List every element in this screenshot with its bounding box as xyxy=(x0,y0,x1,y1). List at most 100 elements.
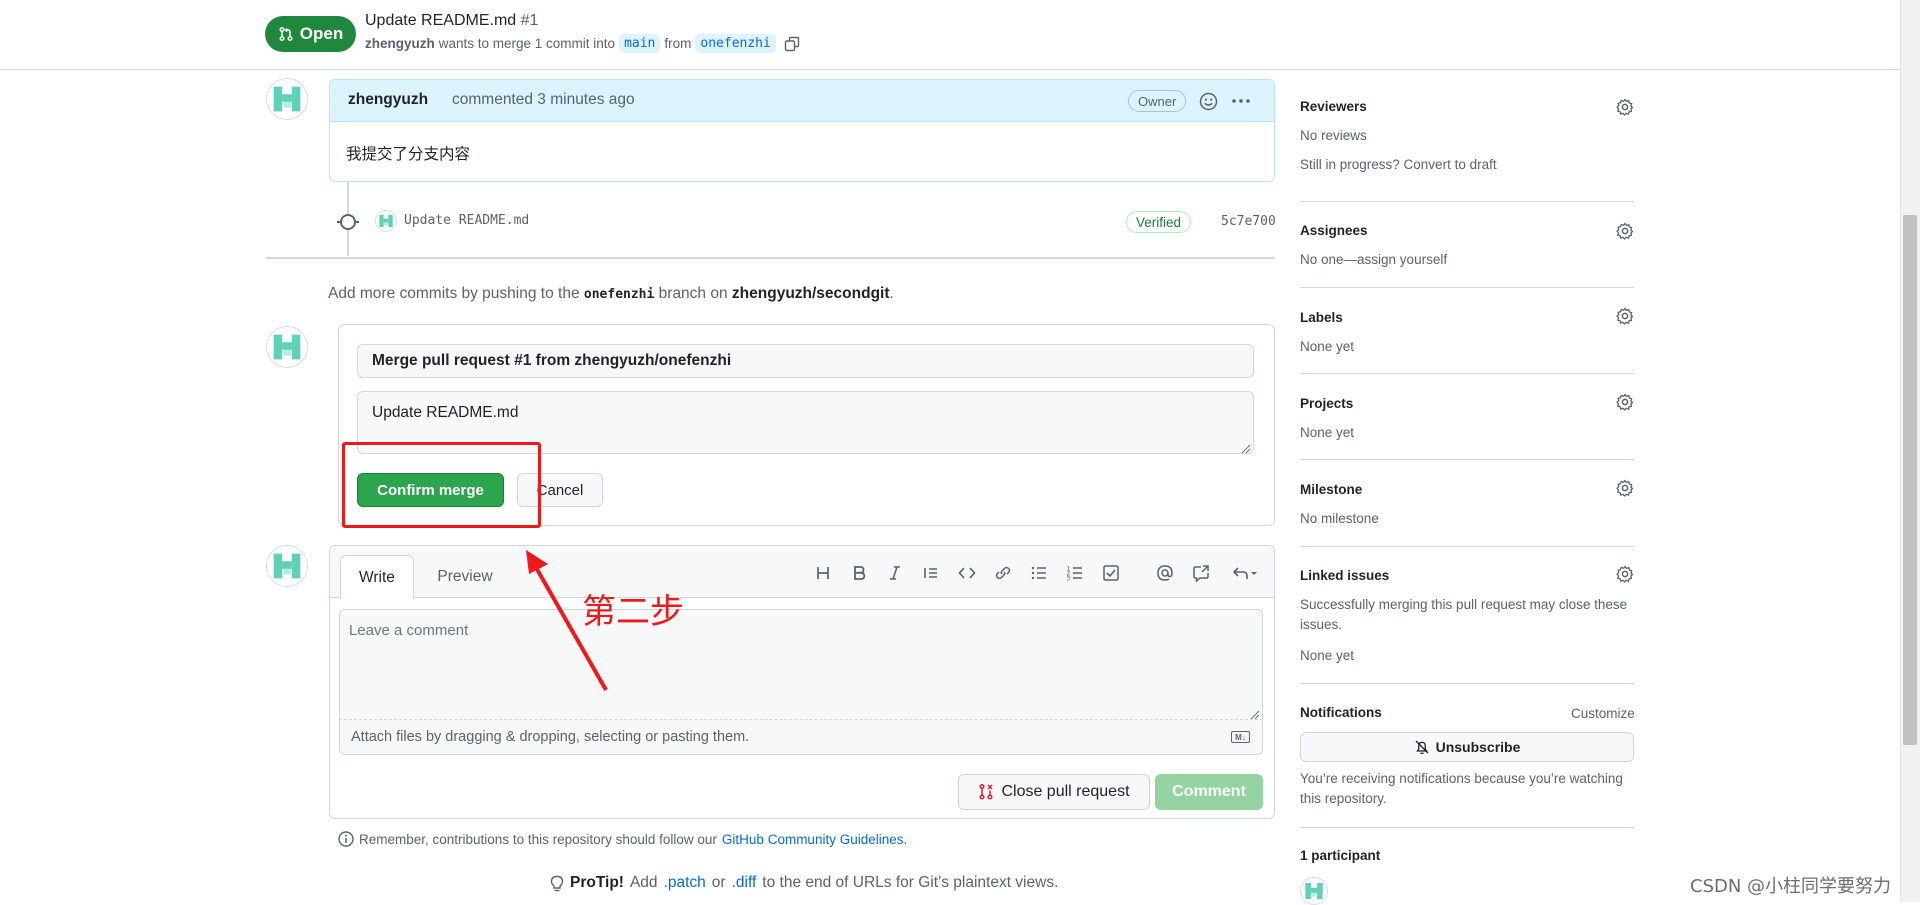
commit-avatar[interactable] xyxy=(375,210,397,232)
commit-icon xyxy=(340,214,356,230)
comment-body: 我提交了分支内容 xyxy=(346,146,471,163)
reviewers-title[interactable]: Reviewers xyxy=(1300,99,1367,114)
pr-from-text: from xyxy=(664,36,692,51)
merge-title-input[interactable]: Merge pull request #1 from zhengyuzh/one… xyxy=(357,344,1254,378)
identicon-icon xyxy=(273,553,301,579)
comment-button[interactable]: Comment xyxy=(1155,774,1263,810)
attach-files-bar[interactable]: Attach files by dragging & dropping, sel… xyxy=(339,719,1263,755)
identicon-icon xyxy=(273,86,301,112)
code-icon[interactable] xyxy=(955,561,979,585)
protip-add: Add xyxy=(629,874,658,891)
close-pr-label: Close pull request xyxy=(1001,783,1130,800)
labels-title[interactable]: Labels xyxy=(1300,310,1343,325)
close-pull-request-button[interactable]: Close pull request xyxy=(958,774,1150,810)
protip: ProTip! Add .patch or .diff to the end o… xyxy=(550,874,1058,892)
milestone-title[interactable]: Milestone xyxy=(1300,482,1362,497)
tab-write[interactable]: Write xyxy=(340,555,414,599)
protip-label: ProTip! xyxy=(570,874,624,891)
scrollbar-thumb[interactable] xyxy=(1903,215,1917,745)
markdown-icon[interactable]: M↓ xyxy=(1231,731,1250,743)
guidelines-suffix: . xyxy=(903,831,908,847)
ordered-list-icon[interactable]: 123 xyxy=(1063,561,1087,585)
identicon-icon xyxy=(273,334,301,360)
guidelines-link[interactable]: GitHub Community Guidelines xyxy=(722,832,904,847)
reply-icon[interactable] xyxy=(1229,561,1261,585)
avatar[interactable] xyxy=(266,326,308,368)
watermark: CSDN @小柱同学要努力 xyxy=(1690,876,1892,897)
avatar[interactable] xyxy=(266,545,308,587)
linked-issues-value: None yet xyxy=(1300,648,1355,663)
mention-icon[interactable] xyxy=(1153,561,1177,585)
heading-icon[interactable] xyxy=(811,561,835,585)
kebab-menu-icon[interactable] xyxy=(1231,93,1251,113)
gear-icon[interactable] xyxy=(1616,479,1634,497)
participants-title: 1 participant xyxy=(1300,848,1381,863)
pr-author-link[interactable]: zhengyuzh xyxy=(365,36,435,51)
gear-icon[interactable] xyxy=(1616,393,1634,411)
gear-icon[interactable] xyxy=(1616,565,1634,583)
participant-avatar[interactable] xyxy=(1300,877,1328,905)
guidelines-note: Remember, contributions to this reposito… xyxy=(338,831,907,847)
italic-icon[interactable] xyxy=(883,561,907,585)
customize-link[interactable]: Customize xyxy=(1571,704,1635,724)
copy-icon[interactable] xyxy=(784,36,800,52)
annotation-arrow-icon xyxy=(526,550,608,691)
gear-icon[interactable] xyxy=(1616,307,1634,325)
head-branch-label[interactable]: onefenzhi xyxy=(695,34,776,53)
push-hint-branch: onefenzhi xyxy=(583,287,655,302)
assignees-title[interactable]: Assignees xyxy=(1300,223,1368,238)
sidebar-divider xyxy=(1300,201,1634,202)
reference-icon[interactable] xyxy=(1189,561,1213,585)
gear-icon[interactable] xyxy=(1616,98,1634,116)
convert-to-draft-link[interactable]: Still in progress? Convert to draft xyxy=(1300,155,1497,175)
sidebar-divider xyxy=(1300,373,1634,374)
avatar[interactable] xyxy=(266,78,308,120)
pr-state-label: Open xyxy=(299,24,344,43)
smiley-icon[interactable] xyxy=(1199,92,1218,115)
pull-request-icon xyxy=(279,26,293,42)
timeline-separator xyxy=(266,257,1275,259)
projects-value: None yet xyxy=(1300,425,1355,440)
quote-icon[interactable] xyxy=(919,561,943,585)
repo-link[interactable]: zhengyuzh/secondgit xyxy=(732,285,890,302)
diff-link[interactable]: .diff xyxy=(732,874,757,892)
push-hint-prefix: Add more commits by pushing to the xyxy=(328,285,580,302)
link-icon[interactable] xyxy=(991,561,1015,585)
comment-author[interactable]: zhengyuzh xyxy=(348,91,428,109)
pr-number: #1 xyxy=(520,12,539,29)
resize-handle-icon[interactable] xyxy=(1241,441,1251,458)
unsubscribe-button[interactable]: Unsubscribe xyxy=(1300,732,1634,762)
commit-message[interactable]: Update README.md xyxy=(404,213,529,228)
projects-title[interactable]: Projects xyxy=(1300,396,1353,411)
sidebar-divider xyxy=(1300,287,1634,288)
unordered-list-icon[interactable] xyxy=(1027,561,1051,585)
linked-issues-title[interactable]: Linked issues xyxy=(1300,568,1389,583)
push-hint-middle: branch on xyxy=(658,285,728,302)
sidebar-divider xyxy=(1300,827,1634,828)
pr-meta: zhengyuzh wants to merge 1 commit into m… xyxy=(365,34,800,53)
push-hint-suffix: . xyxy=(889,285,894,302)
sidebar-divider xyxy=(1300,683,1634,684)
pr-title-text: Update README.md xyxy=(365,12,517,29)
comment-textarea[interactable]: Leave a comment xyxy=(339,609,1263,719)
light-bulb-icon xyxy=(550,875,564,891)
commit-sha[interactable]: 5c7e700 xyxy=(1221,214,1276,229)
bold-icon[interactable] xyxy=(847,561,871,585)
gear-icon[interactable] xyxy=(1616,222,1634,240)
task-list-icon[interactable] xyxy=(1099,561,1123,585)
patch-link[interactable]: .patch xyxy=(664,874,706,892)
tab-preview[interactable]: Preview xyxy=(428,555,502,599)
comment-timestamp[interactable]: commented 3 minutes ago xyxy=(452,91,635,109)
protip-rest: to the end of URLs for Git’s plaintext v… xyxy=(762,874,1059,891)
assignees-value[interactable]: No one—assign yourself xyxy=(1300,250,1447,270)
svg-text:3: 3 xyxy=(1067,576,1071,583)
pull-request-closed-icon xyxy=(979,783,994,800)
base-branch-label[interactable]: main xyxy=(619,34,661,53)
pr-state-badge: Open xyxy=(265,16,356,52)
verified-badge[interactable]: Verified xyxy=(1126,211,1192,233)
labels-value: None yet xyxy=(1300,339,1355,354)
identicon-icon xyxy=(379,214,393,228)
push-hint: Add more commits by pushing to the onefe… xyxy=(328,285,894,303)
attach-files-text: Attach files by dragging & dropping, sel… xyxy=(351,729,750,745)
owner-badge: Owner xyxy=(1128,90,1187,112)
